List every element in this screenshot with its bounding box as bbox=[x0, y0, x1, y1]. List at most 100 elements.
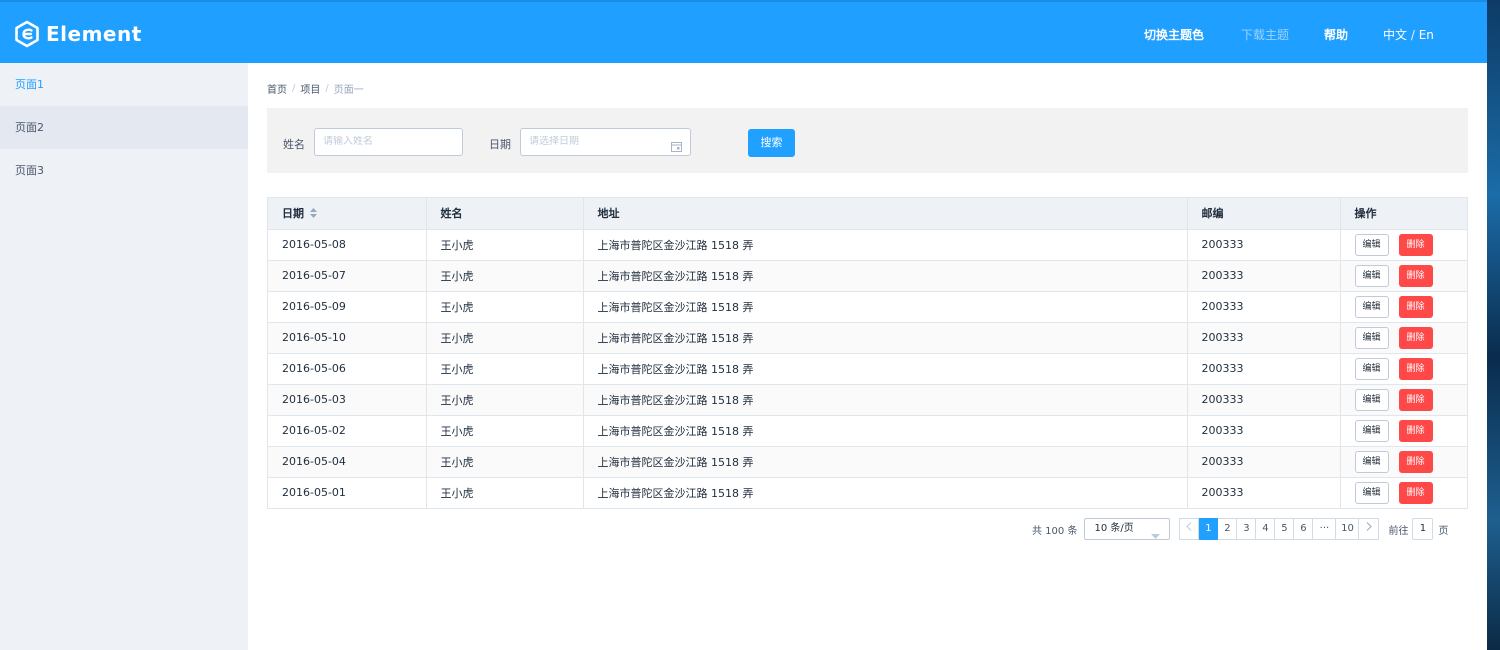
cell-address: 上海市普陀区金沙江路 1518 弄 bbox=[583, 446, 1188, 478]
delete-button[interactable]: 删除 bbox=[1398, 450, 1433, 473]
goto-page-input[interactable]: 1 bbox=[1412, 518, 1434, 540]
name-input[interactable] bbox=[323, 136, 462, 147]
cell-date: 2016-05-08 bbox=[268, 229, 427, 261]
breadcrumb-project[interactable]: 项目 bbox=[300, 81, 320, 96]
page-number-button[interactable]: 6 bbox=[1294, 518, 1314, 540]
sidebar-item-page1[interactable]: 页面1 bbox=[0, 63, 248, 106]
cell-address: 上海市普陀区金沙江路 1518 弄 bbox=[583, 415, 1188, 447]
next-page-button[interactable] bbox=[1359, 518, 1380, 540]
pagination: 共 100 条 10 条/页 1 2 3 4 5 6 ··· 10 前往 1 页 bbox=[1032, 518, 1448, 540]
cell-address: 上海市普陀区金沙江路 1518 弄 bbox=[583, 353, 1188, 385]
cell-actions: 编辑 删除 bbox=[1340, 322, 1467, 354]
delete-button[interactable]: 删除 bbox=[1398, 481, 1433, 504]
column-label-date: 日期 bbox=[282, 207, 304, 221]
cell-actions: 编辑 删除 bbox=[1340, 384, 1467, 416]
page-number-button[interactable]: 2 bbox=[1218, 518, 1238, 540]
table-row: 2016-05-09 王小虎 上海市普陀区金沙江路 1518 弄 200333 编辑 删除 bbox=[268, 291, 1467, 323]
breadcrumb-separator: / bbox=[292, 83, 296, 94]
date-input[interactable] bbox=[529, 136, 659, 147]
cell-name: 王小虎 bbox=[426, 446, 584, 478]
table-row: 2016-05-07 王小虎 上海市普陀区金沙江路 1518 弄 200333 编辑 删除 bbox=[268, 260, 1467, 292]
cell-name: 王小虎 bbox=[426, 260, 584, 292]
sidebar-item-page3[interactable]: 页面3 bbox=[0, 149, 248, 192]
logo-text: Element bbox=[46, 22, 142, 46]
caret-down-icon bbox=[1151, 527, 1161, 547]
delete-button[interactable]: 删除 bbox=[1398, 295, 1433, 318]
cell-date: 2016-05-02 bbox=[268, 415, 427, 447]
cell-address: 上海市普陀区金沙江路 1518 弄 bbox=[583, 229, 1188, 261]
delete-button[interactable]: 删除 bbox=[1398, 326, 1433, 349]
page-size-select[interactable]: 10 条/页 bbox=[1084, 518, 1171, 540]
cell-actions: 编辑 删除 bbox=[1340, 229, 1467, 261]
cell-actions: 编辑 删除 bbox=[1340, 353, 1467, 385]
cell-name: 王小虎 bbox=[426, 291, 584, 323]
delete-button[interactable]: 删除 bbox=[1398, 233, 1433, 256]
cell-name: 王小虎 bbox=[426, 384, 584, 416]
brand-logo[interactable]: Element bbox=[14, 19, 142, 49]
edit-button[interactable]: 编辑 bbox=[1354, 295, 1389, 318]
page-number-button[interactable]: 5 bbox=[1275, 518, 1295, 540]
cell-date: 2016-05-04 bbox=[268, 446, 427, 478]
cell-zip: 200333 bbox=[1187, 353, 1341, 385]
sidebar-item-page2[interactable]: 页面2 bbox=[0, 106, 248, 149]
cell-zip: 200333 bbox=[1187, 229, 1341, 261]
table-row: 2016-05-01 王小虎 上海市普陀区金沙江路 1518 弄 200333 编辑 删除 bbox=[268, 477, 1467, 508]
table-row: 2016-05-06 王小虎 上海市普陀区金沙江路 1518 弄 200333 编辑 删除 bbox=[268, 353, 1467, 385]
delete-button[interactable]: 删除 bbox=[1398, 357, 1433, 380]
edit-button[interactable]: 编辑 bbox=[1354, 326, 1389, 349]
date-label: 日期 bbox=[489, 138, 511, 151]
cell-name: 王小虎 bbox=[426, 477, 584, 508]
page-number-button[interactable]: 10 bbox=[1336, 518, 1360, 540]
table-row: 2016-05-08 王小虎 上海市普陀区金沙江路 1518 弄 200333 编辑 删除 bbox=[268, 229, 1467, 261]
cell-name: 王小虎 bbox=[426, 415, 584, 447]
breadcrumb: 首页 / 项目 / 页面一 bbox=[267, 81, 364, 96]
nav-language-switch[interactable]: 中文 / En bbox=[1383, 26, 1434, 43]
table-row: 2016-05-04 王小虎 上海市普陀区金沙江路 1518 弄 200333 编辑 删除 bbox=[268, 446, 1467, 478]
cell-date: 2016-05-10 bbox=[268, 322, 427, 354]
column-header-name: 姓名 bbox=[426, 198, 584, 230]
date-picker[interactable] bbox=[520, 128, 691, 156]
cell-zip: 200333 bbox=[1187, 322, 1341, 354]
nav-help[interactable]: 帮助 bbox=[1324, 26, 1348, 43]
edit-button[interactable]: 编辑 bbox=[1354, 419, 1389, 442]
page-size-value: 10 条/页 bbox=[1094, 523, 1134, 534]
calendar-icon[interactable] bbox=[671, 137, 682, 163]
edit-button[interactable]: 编辑 bbox=[1354, 233, 1389, 256]
lang-separator: / bbox=[1407, 28, 1419, 42]
nav-download-theme[interactable]: 下载主题 bbox=[1241, 26, 1289, 43]
edit-button[interactable]: 编辑 bbox=[1354, 481, 1389, 504]
lang-cn[interactable]: 中文 bbox=[1383, 28, 1407, 42]
cell-address: 上海市普陀区金沙江路 1518 弄 bbox=[583, 477, 1188, 508]
page-ellipsis[interactable]: ··· bbox=[1313, 518, 1337, 540]
cell-actions: 编辑 删除 bbox=[1340, 477, 1467, 508]
delete-button[interactable]: 删除 bbox=[1398, 264, 1433, 287]
pagination-total: 共 100 条 bbox=[1032, 525, 1078, 537]
edit-button[interactable]: 编辑 bbox=[1354, 264, 1389, 287]
edit-button[interactable]: 编辑 bbox=[1354, 450, 1389, 473]
delete-button[interactable]: 删除 bbox=[1398, 388, 1433, 411]
cell-actions: 编辑 删除 bbox=[1340, 260, 1467, 292]
page-number-button[interactable]: 3 bbox=[1237, 518, 1257, 540]
prev-page-button[interactable] bbox=[1179, 518, 1200, 540]
breadcrumb-current: 页面一 bbox=[333, 85, 364, 96]
chevron-right-icon bbox=[1366, 522, 1372, 534]
column-header-actions: 操作 bbox=[1340, 198, 1467, 230]
goto-label: 前往 bbox=[1388, 525, 1409, 537]
page-number-button[interactable]: 4 bbox=[1256, 518, 1276, 540]
lang-en[interactable]: En bbox=[1419, 28, 1434, 42]
sort-caret-icon[interactable] bbox=[310, 207, 317, 221]
cell-zip: 200333 bbox=[1187, 446, 1341, 478]
delete-button[interactable]: 删除 bbox=[1398, 419, 1433, 442]
search-form: 姓名 日期 搜索 bbox=[267, 108, 1468, 173]
sidebar: 页面1 页面2 页面3 bbox=[0, 63, 248, 650]
search-button[interactable]: 搜索 bbox=[748, 129, 795, 157]
nav-switch-theme[interactable]: 切换主题色 bbox=[1144, 26, 1204, 43]
breadcrumb-home[interactable]: 首页 bbox=[267, 81, 287, 96]
cell-name: 王小虎 bbox=[426, 229, 584, 261]
column-header-date[interactable]: 日期 bbox=[268, 198, 427, 230]
breadcrumb-separator: / bbox=[325, 83, 329, 94]
edit-button[interactable]: 编辑 bbox=[1354, 357, 1389, 380]
cell-zip: 200333 bbox=[1187, 477, 1341, 508]
page-number-button[interactable]: 1 bbox=[1199, 518, 1219, 540]
edit-button[interactable]: 编辑 bbox=[1354, 388, 1389, 411]
